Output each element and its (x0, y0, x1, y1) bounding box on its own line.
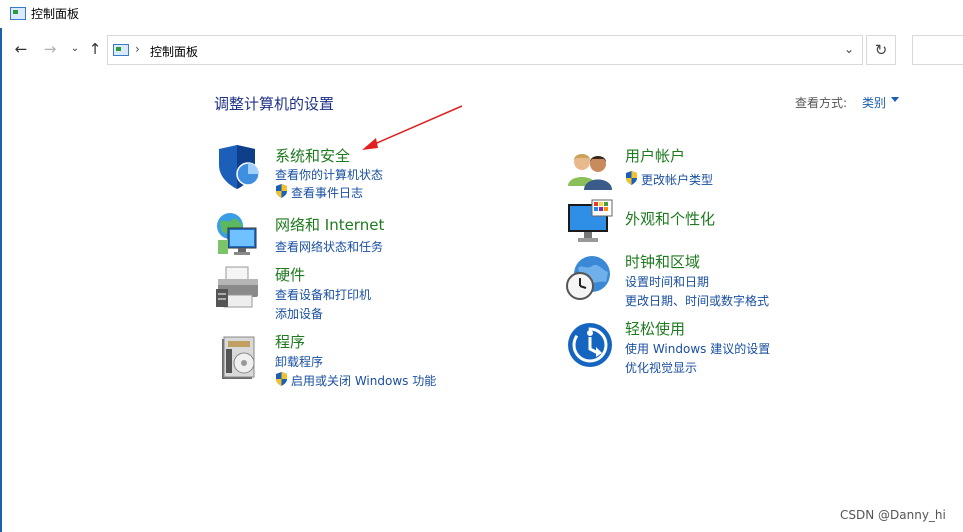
security-shield-icon[interactable] (215, 143, 263, 191)
link-change-date-format[interactable]: 更改日期、时间或数字格式 (625, 292, 769, 309)
title-bar: 控制面板 (0, 0, 963, 28)
page-title: 调整计算机的设置 (214, 95, 335, 113)
uac-shield-icon (276, 184, 287, 198)
printer-icon[interactable] (214, 265, 262, 313)
link-change-account-type[interactable]: 更改帐户类型 (641, 171, 713, 188)
uac-shield-icon (276, 372, 287, 386)
breadcrumb-control-panel[interactable]: 控制面板 (150, 43, 198, 60)
chevron-down-icon[interactable]: ⌄ (844, 42, 854, 56)
link-set-time-date[interactable]: 设置时间和日期 (625, 273, 709, 290)
link-use-recommended-settings[interactable]: 使用 Windows 建议的设置 (625, 340, 770, 357)
chevron-down-icon[interactable] (891, 97, 899, 102)
clock-globe-icon[interactable] (564, 254, 612, 302)
link-turn-windows-features[interactable]: 启用或关闭 Windows 功能 (291, 372, 436, 389)
category-title-network-internet[interactable]: 网络和 Internet (275, 214, 384, 235)
control-panel-icon (10, 7, 26, 20)
window-title: 控制面板 (31, 7, 80, 21)
search-input[interactable] (912, 35, 963, 65)
refresh-icon[interactable]: ↻ (866, 35, 896, 65)
category-title-system-security[interactable]: 系统和安全 (275, 145, 350, 166)
uac-shield-icon (626, 171, 637, 185)
category-title-user-accounts[interactable]: 用户帐户 (625, 145, 685, 166)
link-view-devices-printers[interactable]: 查看设备和打印机 (275, 286, 371, 303)
link-uninstall-program[interactable]: 卸载程序 (275, 353, 323, 370)
network-globe-icon[interactable] (214, 210, 262, 258)
category-title-appearance[interactable]: 外观和个性化 (625, 208, 715, 229)
view-by-dropdown[interactable]: 类别 (862, 94, 886, 111)
watermark: CSDN @Danny_hi (840, 508, 946, 522)
back-arrow-icon[interactable]: ← (12, 40, 30, 58)
link-view-event-logs[interactable]: 查看事件日志 (291, 184, 363, 201)
forward-arrow-icon[interactable]: → (41, 40, 59, 58)
up-arrow-icon[interactable]: ↑ (86, 40, 104, 58)
category-title-hardware[interactable]: 硬件 (275, 264, 305, 285)
link-view-network-status[interactable]: 查看网络状态和任务 (275, 238, 383, 255)
address-bar[interactable]: › 控制面板 ⌄ (107, 35, 863, 65)
link-optimize-visual-display[interactable]: 优化视觉显示 (625, 359, 697, 376)
user-accounts-icon[interactable] (566, 146, 614, 194)
ease-of-access-icon[interactable] (566, 321, 614, 369)
category-title-clock-region[interactable]: 时钟和区域 (625, 251, 700, 272)
link-view-computer-status[interactable]: 查看你的计算机状态 (275, 166, 383, 183)
window-edge (0, 0, 2, 532)
category-title-ease-of-access[interactable]: 轻松使用 (625, 318, 685, 339)
programs-box-icon[interactable] (216, 333, 264, 381)
link-add-device[interactable]: 添加设备 (275, 305, 323, 322)
annotation-arrow-icon (362, 105, 463, 150)
category-title-programs[interactable]: 程序 (275, 331, 305, 352)
control-panel-icon (113, 44, 129, 56)
view-by-label: 查看方式: (795, 96, 848, 110)
appearance-monitor-icon[interactable] (566, 198, 614, 246)
breadcrumb-separator[interactable]: › (135, 42, 140, 56)
navigation-bar: ← → ⌄ ↑ › 控制面板 ⌄ ↻ (0, 32, 963, 68)
recent-locations-chevron-icon[interactable]: ⌄ (66, 40, 84, 58)
